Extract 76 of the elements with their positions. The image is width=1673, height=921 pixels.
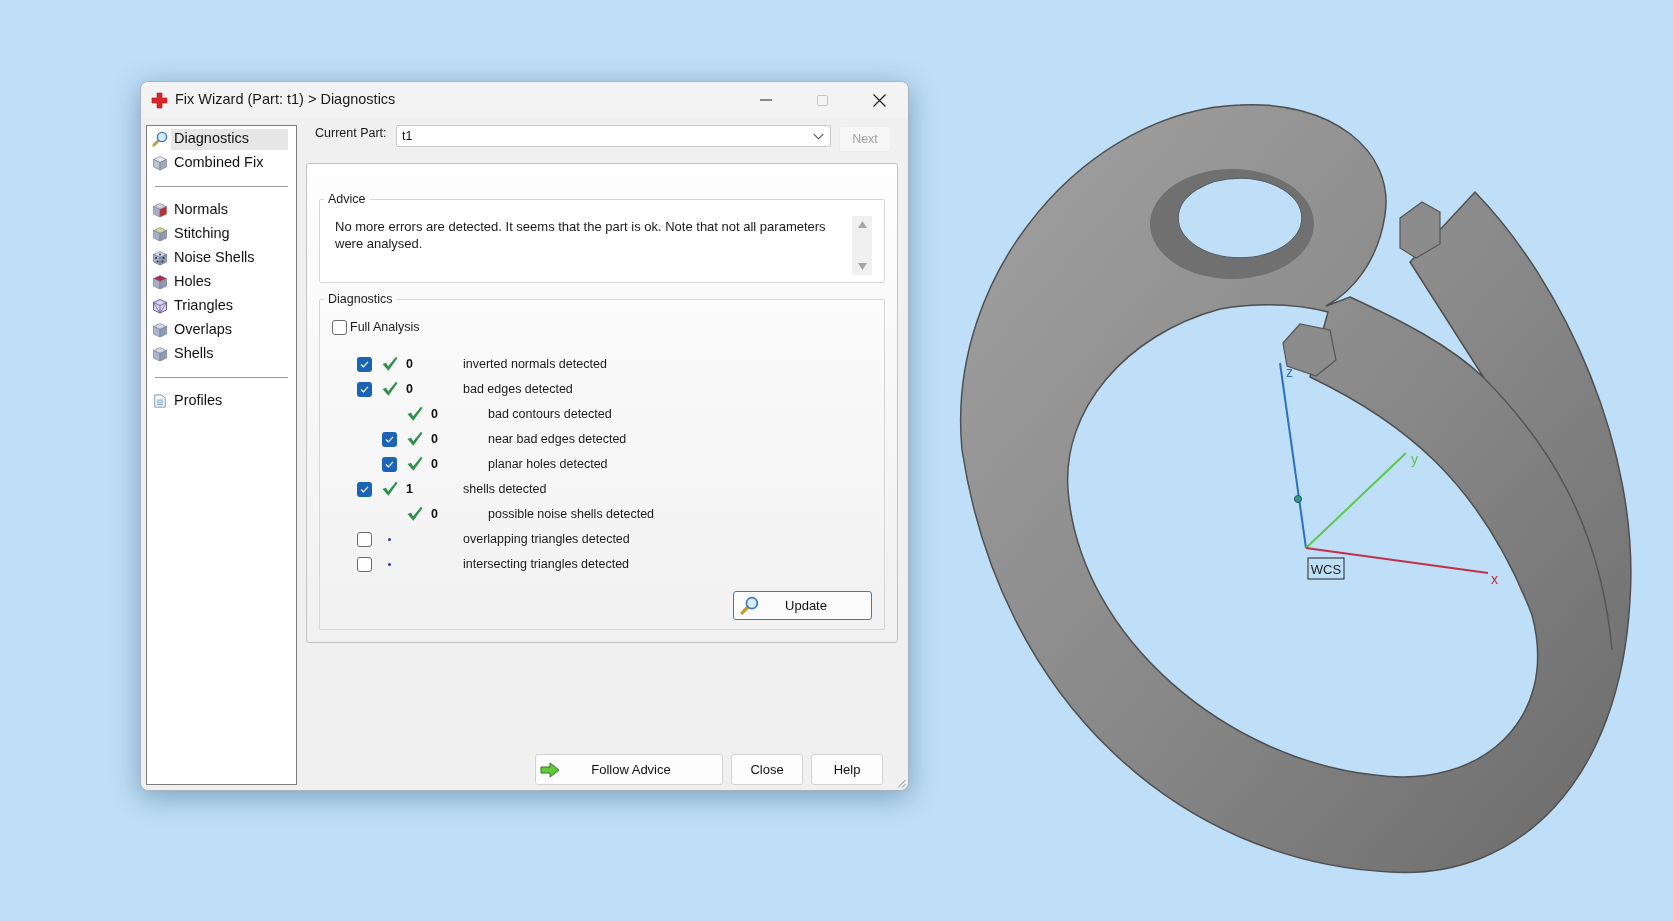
close-icon [873, 93, 886, 107]
cube-icon [152, 226, 168, 242]
diagnostic-label: bad edges detected [463, 380, 573, 398]
diagnostics-title: Diagnostics [327, 291, 394, 308]
checkbox[interactable] [357, 356, 372, 372]
cube-icon [152, 274, 168, 290]
sidebar-item[interactable]: Triangles [171, 295, 288, 317]
sidebar-item[interactable]: Stitching [171, 223, 288, 245]
checkbox[interactable] [357, 481, 372, 497]
wcs-label: WCS [1307, 557, 1345, 580]
diagnostic-label: inverted normals detected [463, 355, 607, 373]
magnifier-icon [740, 595, 759, 615]
checkbox[interactable] [332, 320, 347, 336]
checkbox[interactable] [382, 431, 397, 447]
diagnostic-label: near bad edges detected [488, 430, 627, 448]
sidebar-item[interactable]: Combined Fix [171, 152, 288, 174]
cube-icon [152, 155, 168, 171]
sidebar-item[interactable]: Profiles [171, 390, 288, 412]
sidebar-item[interactable]: Normals [171, 199, 288, 221]
axis-label: z [1286, 364, 1293, 380]
axis-label: x [1491, 571, 1498, 587]
dialog-button[interactable]: Close [731, 754, 803, 785]
minimize-icon [759, 99, 772, 101]
maximize-icon [817, 94, 828, 106]
axis-label: y [1411, 451, 1418, 467]
check-icon [360, 485, 369, 493]
cube-icon [152, 202, 168, 218]
down-arrow-icon [857, 262, 867, 270]
scrollbar[interactable] [852, 215, 872, 275]
count-text: 1 [406, 480, 413, 498]
dice-icon [152, 250, 168, 266]
current-part-label: Current Part: [314, 125, 388, 141]
diagnostic-label: intersecting triangles detected [463, 555, 630, 573]
window-title: Fix Wizard (Part: t1) > Diagnostics [175, 90, 396, 110]
diagnostic-label: shells detected [463, 480, 547, 498]
checkbox[interactable] [357, 381, 372, 397]
count-text: 0 [431, 455, 438, 473]
sidebar-item[interactable]: Noise Shells [171, 247, 288, 269]
cross-icon [151, 91, 168, 109]
check-icon [385, 435, 394, 443]
up-arrow-icon [857, 220, 867, 228]
point-marker-icon [1294, 495, 1302, 503]
sidebar-item[interactable]: Diagnostics [171, 128, 288, 150]
resize-grip-icon [896, 778, 906, 788]
arrow-right-icon [540, 761, 560, 778]
update-button[interactable]: Update [733, 590, 872, 620]
advice-title: Advice [327, 191, 367, 208]
checkbox[interactable] [357, 556, 372, 572]
checkbox[interactable] [357, 531, 372, 547]
diagnostic-label: possible noise shells detected [488, 505, 655, 523]
diagnostic-label: overlapping triangles detected [463, 530, 630, 548]
check-icon [385, 460, 394, 468]
part-dropdown[interactable]: t1 [396, 125, 831, 147]
sidebar-item[interactable]: Holes [171, 271, 288, 293]
follow-advice-button[interactable]: Follow Advice [535, 754, 723, 785]
count-text: 0 [406, 355, 413, 373]
diagnostic-label: planar holes detected [488, 455, 608, 473]
cube-icon [152, 346, 168, 362]
magnifier-icon [152, 131, 168, 147]
count-text: 0 [406, 380, 413, 398]
check-icon [360, 360, 369, 368]
count-text: 0 [431, 405, 438, 423]
checkbox[interactable] [382, 456, 397, 472]
advice-text: No more errors are detected. It seems that the part is ok. Note that not all parameters were analysed. [335, 217, 827, 253]
cube-icon [152, 322, 168, 338]
chevron-down-icon [813, 132, 824, 140]
check-icon [360, 385, 369, 393]
sidebar-item[interactable]: Overlaps [171, 319, 288, 341]
count-text: 0 [431, 430, 438, 448]
document-icon [153, 393, 167, 409]
dialog-button[interactable]: Help [811, 754, 883, 785]
wireframe-cube-icon [152, 298, 168, 314]
count-text: 0 [431, 505, 438, 523]
sidebar-item[interactable]: Shells [171, 343, 288, 365]
full-analysis-label: Full Analysis [350, 319, 420, 337]
diagnostic-label: bad contours detected [488, 405, 612, 423]
